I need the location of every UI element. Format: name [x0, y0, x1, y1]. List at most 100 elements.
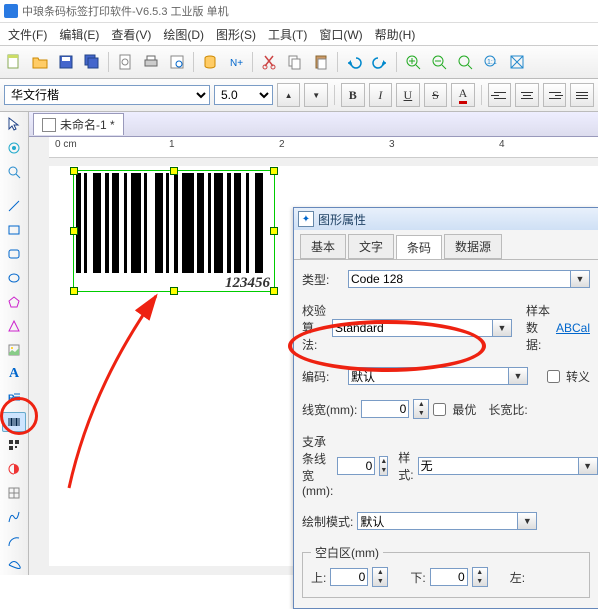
align-right-button[interactable] [543, 83, 567, 107]
line-tool[interactable] [2, 196, 26, 216]
open-button[interactable] [28, 50, 52, 74]
bearer-spinner[interactable]: ▲▼ [379, 456, 388, 476]
tab-data[interactable]: 数据源 [444, 234, 502, 259]
align-justify-button[interactable] [570, 83, 594, 107]
sample-data-link[interactable]: ABCal [556, 321, 590, 335]
image-tool[interactable] [2, 340, 26, 360]
sequence-button[interactable]: N+ [224, 50, 248, 74]
font-increase-button[interactable]: ▲ [277, 83, 301, 107]
print-preview-button[interactable] [165, 50, 189, 74]
chevron-down-icon[interactable]: ▼ [508, 367, 528, 385]
curve-tool[interactable] [2, 507, 26, 527]
quiet-down-input[interactable] [430, 568, 468, 586]
roundrect-tool[interactable] [2, 244, 26, 264]
menu-view[interactable]: 查看(V) [105, 24, 157, 45]
barcode-tool[interactable] [2, 412, 26, 432]
redo-button[interactable] [368, 50, 392, 74]
undo-button[interactable] [342, 50, 366, 74]
menu-help[interactable]: 帮助(H) [369, 24, 422, 45]
doc-settings-button[interactable] [113, 50, 137, 74]
select-tool[interactable] [2, 114, 26, 134]
pan-tool[interactable] [2, 138, 26, 158]
copy-button[interactable] [283, 50, 307, 74]
align-left-button[interactable] [488, 83, 512, 107]
print-button[interactable] [139, 50, 163, 74]
quiet-up-input[interactable] [330, 568, 368, 586]
paste-button[interactable] [309, 50, 333, 74]
menu-edit[interactable]: 编辑(E) [53, 24, 105, 45]
menu-shape[interactable]: 图形(S) [210, 24, 262, 45]
linewidth-input[interactable] [361, 400, 409, 418]
quiet-up-label: 上: [311, 569, 326, 586]
type-input[interactable] [348, 270, 570, 288]
ellipse-tool[interactable] [2, 268, 26, 288]
text-tool[interactable]: A [2, 364, 26, 384]
document-tabs: 未命名-1 * [29, 112, 598, 137]
font-family-select[interactable]: 华文行楷 [4, 85, 210, 105]
dialog-body: 类型: ▼ 校验算法: ▼ 样本数据: ABCal 编码: ▼ 转义 [294, 259, 598, 608]
optimal-label: 最优 [452, 401, 476, 418]
rect-tool[interactable] [2, 220, 26, 240]
save-button[interactable] [54, 50, 78, 74]
underline-button[interactable]: U [396, 83, 420, 107]
encoding-select[interactable]: ▼ [348, 367, 528, 385]
bold-button[interactable]: B [341, 83, 365, 107]
zoom-out-button[interactable] [427, 50, 451, 74]
grid-tool[interactable] [2, 483, 26, 503]
menu-window[interactable]: 窗口(W) [313, 24, 368, 45]
barcode-object[interactable]: 123456 [73, 170, 275, 292]
title-bar: 中琅条码标签打印软件-V6.5.3 工业版 单机 [0, 0, 598, 23]
dialog-header[interactable]: ✦ 图形属性 [294, 208, 598, 230]
document-tab[interactable]: 未命名-1 * [33, 113, 124, 135]
save-all-button[interactable] [80, 50, 104, 74]
style-label: 样式: [398, 449, 413, 483]
cut-button[interactable] [257, 50, 281, 74]
quiet-down-spinner[interactable]: ▲▼ [472, 567, 488, 587]
menu-draw[interactable]: 绘图(D) [157, 24, 210, 45]
triangle-tool[interactable] [2, 316, 26, 336]
check-select[interactable]: ▼ [332, 319, 512, 337]
chevron-down-icon[interactable]: ▼ [570, 270, 590, 288]
quiet-left-label: 左: [510, 569, 525, 586]
tab-text[interactable]: 文字 [348, 234, 394, 259]
chevron-down-icon[interactable]: ▼ [492, 319, 512, 337]
polygon-tool[interactable] [2, 292, 26, 312]
quiet-up-spinner[interactable]: ▲▼ [372, 567, 388, 587]
tab-barcode[interactable]: 条码 [396, 235, 442, 260]
style-select[interactable]: ▼ [418, 457, 598, 475]
align-center-button[interactable] [515, 83, 539, 107]
linewidth-spinner[interactable]: ▲▼ [413, 399, 429, 419]
bearer-input[interactable] [337, 457, 375, 475]
arc-tool[interactable] [2, 531, 26, 551]
sample-label: 样本数据: [526, 302, 552, 353]
database-button[interactable] [198, 50, 222, 74]
italic-button[interactable]: I [369, 83, 393, 107]
richtext-tool[interactable]: R [2, 388, 26, 408]
chevron-down-icon[interactable]: ▼ [517, 512, 537, 530]
ruler-horizontal: 0 cm 1 2 3 4 [49, 137, 598, 158]
qrcode-tool[interactable] [2, 436, 26, 456]
zoom-page-button[interactable] [505, 50, 529, 74]
menu-file[interactable]: 文件(F) [2, 24, 53, 45]
font-decrease-button[interactable]: ▼ [304, 83, 328, 107]
chevron-down-icon[interactable]: ▼ [578, 457, 598, 475]
font-color-button[interactable]: A [451, 83, 475, 107]
font-size-select[interactable]: 5.0 [214, 85, 273, 105]
zoom-in-button[interactable] [401, 50, 425, 74]
zoom-fit-button[interactable] [453, 50, 477, 74]
mode-select[interactable]: ▼ [357, 512, 537, 530]
pdf-tool[interactable] [2, 459, 26, 479]
strike-button[interactable]: S [424, 83, 448, 107]
zoom-tool[interactable] [2, 162, 26, 182]
menu-tool[interactable]: 工具(T) [262, 24, 313, 45]
escape-label: 转义 [566, 368, 590, 385]
bezier-tool[interactable] [2, 555, 26, 575]
optimal-checkbox[interactable] [433, 403, 446, 416]
escape-checkbox[interactable] [547, 370, 560, 383]
tab-basic[interactable]: 基本 [300, 234, 346, 259]
zoom-100-button[interactable]: 1:1 [479, 50, 503, 74]
type-select[interactable]: ▼ [348, 270, 590, 288]
dialog-tabs: 基本 文字 条码 数据源 [294, 230, 598, 259]
new-button[interactable] [2, 50, 26, 74]
ratio-label: 长宽比: [488, 401, 527, 418]
